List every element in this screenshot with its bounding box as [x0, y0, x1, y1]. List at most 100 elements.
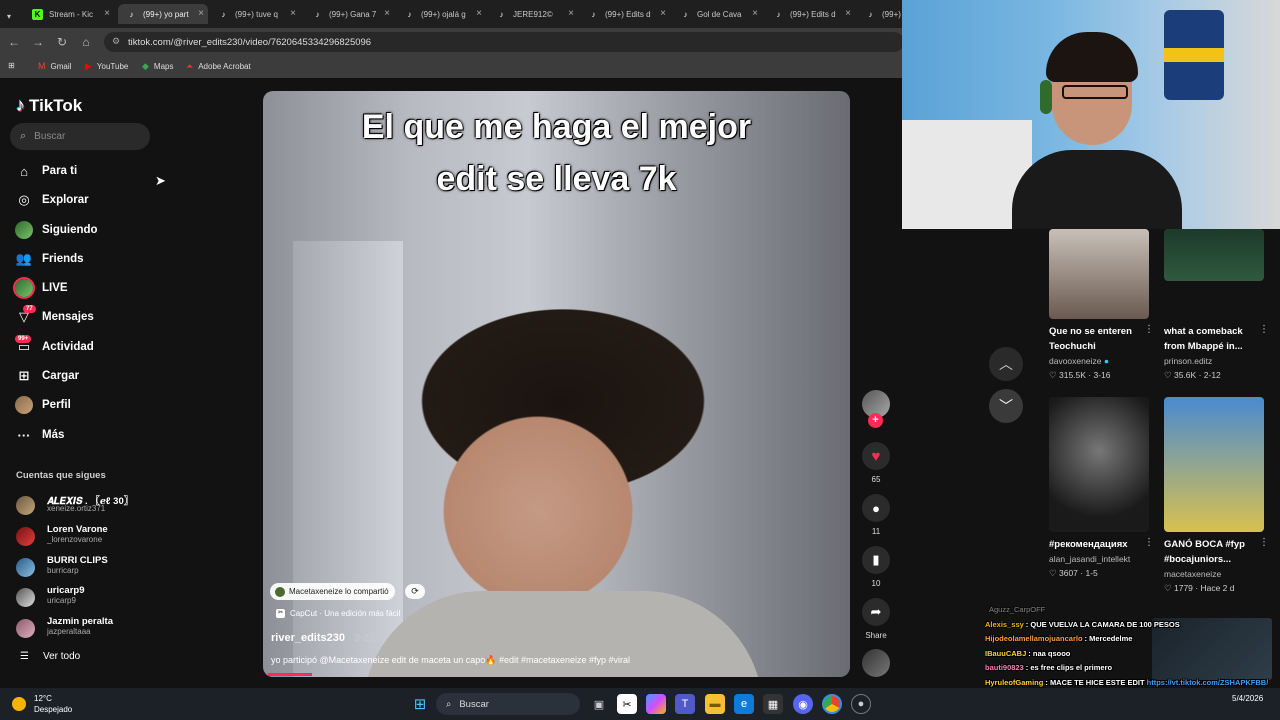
- more-options-icon[interactable]: ⋮: [1144, 324, 1154, 335]
- followed-account[interactable]: Jazmin peralta jazperaltaaa: [16, 616, 166, 642]
- recommended-video-thumbnail[interactable]: [1049, 229, 1149, 319]
- recommended-video-title[interactable]: GANÓ BOCA #fyp #bocajuniors...: [1164, 537, 1260, 567]
- close-icon[interactable]: ×: [568, 8, 574, 19]
- more-options-icon[interactable]: ⋮: [1259, 537, 1269, 548]
- search-input[interactable]: ⌕ Buscar: [10, 123, 150, 150]
- browser-tab[interactable]: ♪ (99+) yo part ×: [118, 4, 208, 24]
- recommended-video-user[interactable]: alan_jasandi_intellekt: [1049, 554, 1130, 564]
- video-author[interactable]: river_edits230 · 3-23: [271, 632, 374, 644]
- back-button[interactable]: ←: [5, 33, 23, 51]
- obs-icon[interactable]: ●: [851, 694, 871, 714]
- store-icon[interactable]: ▦: [763, 694, 783, 714]
- apps-grid-icon[interactable]: ⊞: [8, 61, 15, 70]
- browser-tab[interactable]: ♪ (99+) tuve q ×: [210, 4, 300, 24]
- recommended-video-title[interactable]: what a comeback from Mbappé in...: [1164, 324, 1260, 354]
- weather-widget[interactable]: 12°C Despejado: [12, 693, 72, 715]
- sidebar-item-mensajes[interactable]: ▽ Mensajes 77: [15, 305, 165, 329]
- recommended-video-thumbnail[interactable]: [1164, 229, 1264, 281]
- recommended-video-user[interactable]: davooxeneize ●: [1049, 356, 1109, 366]
- windows-start-icon[interactable]: ⊞: [410, 694, 430, 714]
- followed-account[interactable]: Loren Varone _lorenzovarone: [16, 524, 166, 550]
- browser-tab[interactable]: ♪ JERE912© ×: [488, 4, 578, 24]
- recommended-video-thumbnail[interactable]: [1164, 397, 1264, 532]
- followed-account-username: burricarp: [47, 566, 79, 575]
- reload-button[interactable]: ↻: [53, 33, 71, 51]
- close-icon[interactable]: ×: [660, 8, 666, 19]
- see-all-button[interactable]: ☰ Ver todo: [20, 651, 80, 662]
- task-view-icon[interactable]: ▣: [589, 694, 609, 714]
- sidebar-item-siguiendo[interactable]: Siguiendo: [15, 218, 165, 242]
- recommended-video-user[interactable]: macetaxeneize: [1164, 569, 1221, 579]
- like-button[interactable]: ♥ 65: [860, 442, 892, 484]
- sidebar-item-cargar[interactable]: ⊞ Cargar: [15, 364, 165, 388]
- close-icon[interactable]: ×: [384, 8, 390, 19]
- tab-search-button[interactable]: ▾: [4, 6, 20, 26]
- webcam-person: [1012, 32, 1182, 229]
- tiktok-logo[interactable]: ♪ TikTok: [16, 95, 82, 116]
- address-bar[interactable]: ⚙ tiktok.com/@river_edits230/video/76206…: [104, 32, 904, 52]
- forward-button[interactable]: →: [29, 33, 47, 51]
- close-icon[interactable]: ×: [198, 8, 204, 19]
- browser-tab[interactable]: ♪ (99+) ojalá g ×: [396, 4, 486, 24]
- browser-tab[interactable]: K Stream - Kic ×: [24, 4, 114, 24]
- followed-account[interactable]: BURRI CLIPS burricarp: [16, 555, 166, 581]
- sidebar-item-actividad[interactable]: ▭ Actividad 99+: [15, 335, 165, 359]
- close-icon[interactable]: ×: [104, 8, 110, 19]
- url-text: tiktok.com/@river_edits230/video/7620645…: [128, 36, 372, 48]
- close-icon[interactable]: ×: [845, 8, 851, 19]
- close-icon[interactable]: ×: [752, 8, 758, 19]
- next-video-button[interactable]: ﹀: [989, 389, 1023, 423]
- recommended-video-user[interactable]: prinson.editz: [1164, 356, 1212, 366]
- site-info-icon[interactable]: ⚙: [112, 36, 120, 47]
- file-explorer-icon[interactable]: ▬: [705, 694, 725, 714]
- capcut-link[interactable]: ✂ CapCut · Una edición más fácil: [276, 609, 400, 618]
- edge-icon[interactable]: e: [734, 694, 754, 714]
- bookmark-item[interactable]: ⏶ Adobe Acrobat: [186, 61, 251, 72]
- capcut-app-icon[interactable]: ✂: [617, 694, 637, 714]
- browser-tab[interactable]: ♪ (99+) Gana 7 ×: [304, 4, 394, 24]
- close-icon[interactable]: ×: [290, 8, 296, 19]
- recommended-video-title[interactable]: Que no se enteren Teochuchi: [1049, 324, 1145, 354]
- comment-button[interactable]: ● 11: [860, 494, 892, 536]
- recommended-video-title[interactable]: #рекомендациях: [1049, 537, 1145, 552]
- taskbar-search[interactable]: ⌕ Buscar: [436, 693, 580, 715]
- browser-tab[interactable]: ♪ (99+) Edits d ×: [580, 4, 670, 24]
- teams-icon[interactable]: T: [675, 694, 695, 714]
- followed-account-username: _lorenzovarone: [47, 535, 103, 544]
- browser-tab[interactable]: ♪ Gol de Cava ×: [672, 4, 762, 24]
- previous-video-button[interactable]: ︿: [989, 347, 1023, 381]
- share-button[interactable]: ➦ Share: [860, 598, 892, 640]
- shared-by-pill[interactable]: Macetaxeneize lo compartió: [270, 583, 395, 600]
- followed-account[interactable]: uricarp9 uricarp9: [16, 585, 166, 611]
- discord-icon[interactable]: ◉: [793, 694, 813, 714]
- sound-disc-button[interactable]: [860, 649, 892, 677]
- close-icon[interactable]: ×: [476, 8, 482, 19]
- repost-button[interactable]: ⟳: [405, 584, 425, 599]
- sidebar-item-explorar[interactable]: ◎ Explorar: [15, 188, 165, 212]
- video-progress-bar[interactable]: [268, 673, 312, 676]
- sidebar-item-perfil[interactable]: Perfil: [15, 393, 165, 417]
- sidebar-item-friends[interactable]: 👥 Friends: [15, 247, 165, 271]
- system-clock[interactable]: 5/4/2026: [1232, 693, 1263, 704]
- tab-label: (99+) yo part: [143, 9, 189, 19]
- more-options-icon[interactable]: ⋮: [1144, 537, 1154, 548]
- more-options-icon[interactable]: ⋮: [1259, 324, 1269, 335]
- home-button[interactable]: ⌂: [77, 33, 95, 51]
- save-button[interactable]: ▮ 10: [860, 546, 892, 588]
- browser-tab[interactable]: ♪ (99+) E: [857, 4, 903, 24]
- sidebar-item-para-ti[interactable]: ⌂ Para ti: [15, 159, 165, 183]
- author-avatar-button[interactable]: +: [860, 390, 892, 428]
- follow-plus-icon[interactable]: +: [868, 413, 883, 428]
- author-name[interactable]: river_edits230: [271, 632, 345, 644]
- bookmark-item[interactable]: M Gmail: [38, 61, 71, 71]
- sidebar-item-más[interactable]: ··· Más: [15, 423, 165, 447]
- browser-tab[interactable]: ♪ (99+) Edits d ×: [765, 4, 855, 24]
- recommended-video-thumbnail[interactable]: [1049, 397, 1149, 532]
- chat-link[interactable]: https://vt.tiktok.com/ZSHAPKFBB/: [1147, 678, 1269, 687]
- sidebar-item-live[interactable]: LIVE: [15, 276, 165, 300]
- copilot-icon[interactable]: [646, 694, 666, 714]
- followed-account[interactable]: 𝑨𝑳𝑬𝑿𝑰𝑺 . 〖ℯℓ 30〗 xeneize.ortiz371: [16, 493, 166, 519]
- bookmark-item[interactable]: ◆ Maps: [142, 61, 173, 72]
- bookmark-item[interactable]: ▶ YouTube: [85, 61, 128, 72]
- chrome-icon[interactable]: [822, 694, 842, 714]
